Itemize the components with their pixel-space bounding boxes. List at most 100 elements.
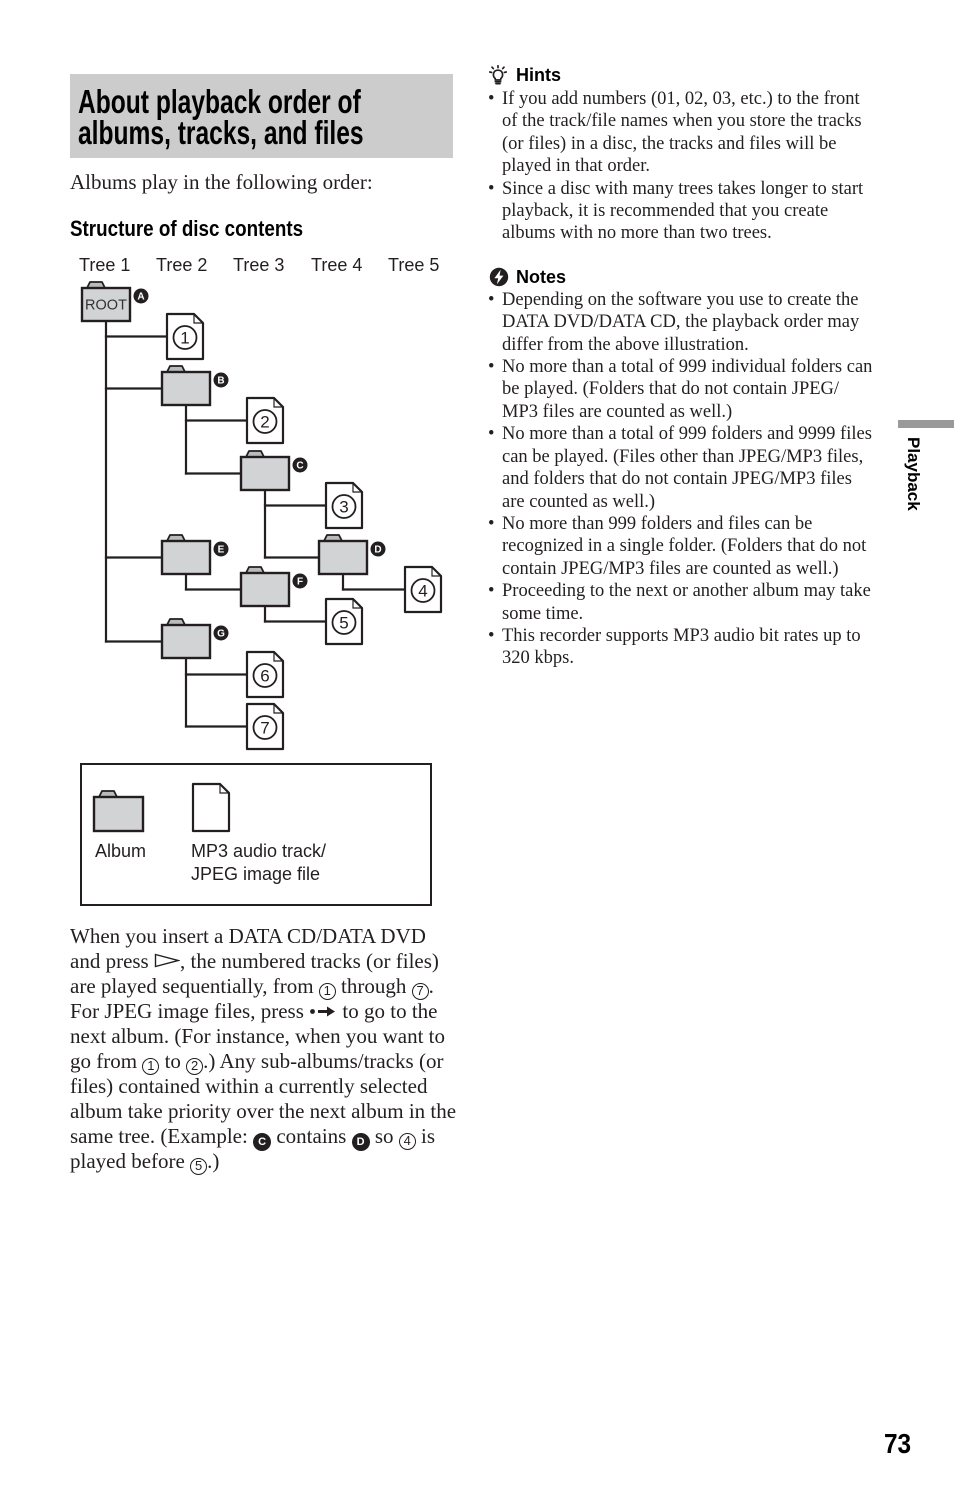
item-text-line: can be played. (Files other than JPEG/MP… (502, 446, 864, 467)
track-number: 2 (260, 413, 269, 432)
legend-file-icon (191, 782, 231, 833)
album-folder-c: C (239, 450, 308, 492)
body-text: For JPEG image files, press (70, 999, 310, 1023)
circled-number-7: 7 (411, 983, 429, 1000)
right-column: Hints • If you add numbers (01, 02, 03, e… (487, 64, 887, 670)
item-text-line: If you add numbers (01, 02, 03, etc.) to… (502, 89, 860, 109)
circled-number-5: 5 (190, 1158, 208, 1175)
item-text-line: some time. (502, 603, 584, 624)
track-file-6: 6 (245, 650, 285, 699)
hints-list: • If you add numbers (01, 02, 03, etc.) t… (487, 88, 887, 245)
list-item: • Since a disc with many trees takes long… (487, 178, 887, 245)
tree-label-1: Tree 1 (79, 255, 131, 275)
track-file-3: 3 (324, 481, 364, 530)
body-text: to (159, 1049, 187, 1073)
album-badge-letter: B (217, 376, 224, 387)
list-item: • If you add numbers (01, 02, 03, etc.) t… (487, 88, 887, 178)
folder-body (92, 795, 145, 833)
track-number: 3 (339, 498, 348, 517)
album-badge-letter: E (218, 545, 225, 556)
item-text-line: No more than a total of 999 individual f… (502, 357, 873, 378)
notes-heading: Notes (487, 266, 887, 288)
item-text-line: contain JPEG/MP3 files are counted as we… (502, 558, 839, 579)
item-text-line: differ from the above illustration. (502, 334, 749, 355)
track-file-5: 5 (324, 597, 364, 646)
body-text: album take priority over the next album … (70, 1099, 457, 1123)
tree-label-2: Tree 2 (156, 255, 208, 275)
circled-number-4: 4 (398, 1133, 416, 1150)
list-item: • No more than 999 folders and files can … (487, 513, 887, 580)
body-text: next album. (For instance, when you want… (70, 1024, 446, 1048)
track-file-1: 1 (165, 312, 205, 361)
list-item: • This recorder supports MP3 audio bit ra… (487, 625, 887, 670)
item-text-line: Depending on the software you use to cre… (502, 289, 859, 310)
bullet: • (488, 289, 495, 310)
track-number: 6 (260, 667, 269, 686)
album-folder-b: B (160, 365, 229, 407)
album-badge-letter: D (374, 545, 381, 556)
bullet: • (488, 513, 495, 534)
album-badge-letter: G (217, 629, 225, 640)
legend-file-label-line-1: MP3 audio track/ (191, 841, 327, 861)
page-number: 73 (884, 1428, 912, 1459)
bullet: • (488, 178, 495, 199)
bullet: • (488, 357, 495, 378)
item-text-line: be played. (Folders that do not contain … (502, 379, 840, 400)
album-badge-c: C (253, 1133, 272, 1151)
album-badge-letter: C (296, 461, 303, 472)
album-badge-letter: F (297, 577, 303, 588)
body-line: album take priority over the next album … (70, 1099, 456, 1124)
item-text-line: are counted as well.) (502, 491, 656, 512)
list-item: • Depending on the software you use to cr… (487, 289, 887, 356)
circled-number-1: 1 (318, 983, 336, 1000)
manual-page: { "page": {"number": "73", "section_tab"… (0, 0, 954, 1486)
folder-body (160, 623, 212, 660)
item-text-line: recognized in a single folder. (Folders … (502, 536, 867, 557)
notes-list: • Depending on the software you use to cr… (487, 289, 887, 670)
body-text: When you insert a DATA CD/DATA DVD (70, 924, 426, 948)
folder-body (239, 571, 291, 608)
file-page (191, 782, 231, 833)
body-text: through (335, 974, 412, 998)
item-text-line: Since a disc with many trees takes longe… (502, 178, 864, 199)
list-item: • No more than a total of 999 folders and… (487, 423, 887, 513)
body-line: are played sequentially, from 1 through … (70, 974, 456, 1000)
item-text-line: albums with no more than two trees. (502, 223, 772, 244)
body-line: and press , the numbered tracks (or file… (70, 949, 456, 974)
body-text: , the numbered tracks (or files) (179, 949, 439, 973)
body-line: same tree. (Example: C contains D so 4 i… (70, 1124, 456, 1151)
track-file-7: 7 (245, 702, 285, 751)
play-button-icon (154, 953, 180, 968)
body-line: When you insert a DATA CD/DATA DVD (70, 924, 456, 949)
next-album-icon (309, 1005, 337, 1018)
structure-heading: Structure of disc contents (70, 216, 304, 241)
disc-structure-diagram: ROOT A 1 B 2 C 3 D 4 E F 5 G 6 7 (80, 281, 443, 906)
item-text-line: Proceeding to the next or another album … (502, 581, 871, 602)
root-label: ROOT (85, 298, 127, 314)
body-text: to go to the (337, 999, 438, 1023)
body-text: same tree. (Example: (70, 1124, 254, 1148)
body-text: contains (271, 1124, 352, 1148)
notes-heading-label: Notes (516, 266, 567, 287)
body-line: played before 5.) (70, 1149, 456, 1175)
album-badge-letter: A (137, 292, 144, 303)
legend-album-icon (92, 790, 145, 833)
track-number: 1 (180, 329, 189, 348)
album-folder-e: E (160, 534, 229, 576)
item-text-line: played in that order. (502, 156, 650, 177)
list-item: • No more than a total of 999 individual … (487, 356, 887, 423)
intro-text: Albums play in the following order: (70, 170, 373, 194)
legend-album-label: Album (95, 841, 147, 861)
item-text-line: DATA DVD/DATA CD, the playback order may (502, 312, 860, 333)
notes-warning-icon (489, 267, 509, 287)
track-file-4: 4 (403, 565, 443, 614)
item-text-line: playback, it is recommended that you cre… (502, 201, 829, 222)
body-text: are played sequentially, from (70, 974, 319, 998)
section-title-box: About playback order of albums, tracks, … (70, 74, 453, 158)
folder-body (317, 539, 369, 576)
body-text: files) contained within a currently sele… (70, 1074, 428, 1098)
body-line: files) contained within a currently sele… (70, 1074, 456, 1099)
item-text-line: MP3 files are counted as well.) (502, 401, 733, 422)
album-folder-g: G (160, 618, 229, 660)
circled-number-2: 2 (186, 1058, 204, 1075)
